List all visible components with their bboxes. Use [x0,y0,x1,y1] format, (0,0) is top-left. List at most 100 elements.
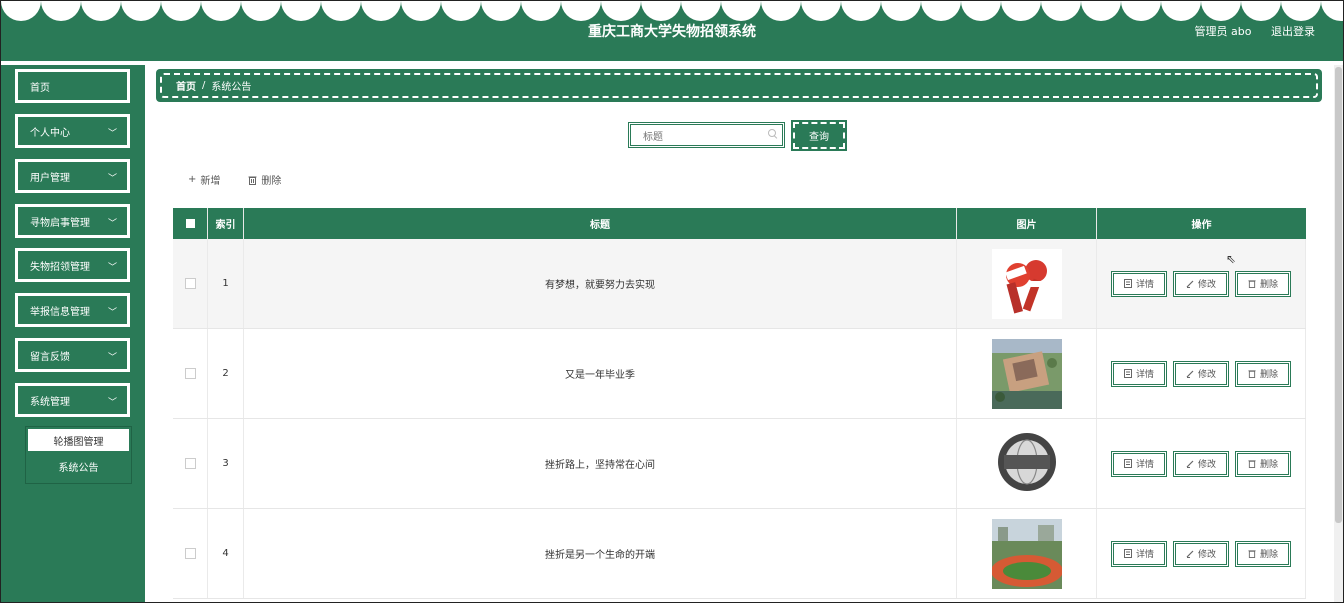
table-row: 1 有梦想，就要努力去实现 详情 修改 删除 [173,239,1306,329]
trash-icon [1248,280,1256,288]
sidebar-item-label: 寻物启事管理 [30,217,90,229]
row-image-cell [957,509,1097,598]
chevron-down-icon: ﹀ [107,353,117,363]
edit-button[interactable]: 修改 [1172,360,1229,387]
delete-label: 删除 [1260,370,1279,380]
edit-button[interactable]: 修改 [1172,450,1229,477]
batch-delete-button[interactable]: 删除 [248,172,281,187]
top-header: 重庆工商大学失物招领系统 管理员 abo 退出登录 [1,1,1343,61]
table-toolbar: + 新增 删除 [188,172,281,187]
row-title: 有梦想，就要努力去实现 [244,239,957,328]
sidebar-item-system-management[interactable]: 系统管理 ﹀ [15,383,130,417]
pencil-icon [1186,460,1194,468]
document-icon [1123,369,1132,378]
pencil-icon [1186,280,1194,288]
table-row: 2 又是一年毕业季 详情 修改 删除 [173,329,1306,419]
sidebar-item-found-items[interactable]: 失物招领管理 ﹀ [15,248,130,282]
row-title: 挫折路上，坚持常在心间 [244,419,957,508]
add-button[interactable]: + 新增 [188,172,220,187]
logout-link[interactable]: 退出登录 [1271,25,1315,38]
row-checkbox-cell [173,329,208,418]
delete-label: 删除 [1260,460,1279,470]
scrollbar-thumb[interactable] [1335,67,1342,523]
submenu-item-carousel[interactable]: 轮播图管理 [28,429,129,451]
vertical-scrollbar[interactable] [1334,65,1343,602]
delete-button[interactable]: 删除 [1235,540,1292,567]
search-field[interactable] [628,122,785,148]
sidebar-item-report-info[interactable]: 举报信息管理 ﹀ [15,293,130,327]
sidebar-item-label: 留言反馈 [30,351,70,363]
app-window: 重庆工商大学失物招领系统 管理员 abo 退出登录 首页 个人中心 ﹀ 用户管理… [0,0,1344,603]
query-button[interactable]: 查询 [791,120,847,151]
news-globe-image [991,428,1062,499]
header-divider [1,61,1343,65]
edit-button[interactable]: 修改 [1172,270,1229,297]
sidebar-item-user-management[interactable]: 用户管理 ﹀ [15,159,130,193]
detail-button[interactable]: 详情 [1110,540,1167,567]
delete-button[interactable]: 删除 [1235,360,1292,387]
document-icon [1123,549,1132,558]
sidebar-item-home[interactable]: 首页 [15,69,130,103]
breadcrumb-separator: / [202,80,206,91]
breadcrumb-home[interactable]: 首页 [176,78,196,93]
submenu-item-announcements[interactable]: 系统公告 [26,453,131,479]
row-checkbox[interactable] [184,278,196,289]
select-all-checkbox[interactable] [185,219,195,228]
select-all-cell [173,208,208,239]
sidebar-item-label: 个人中心 [30,127,70,139]
chevron-down-icon: ﹀ [107,174,117,184]
header-user-area: 管理员 abo 退出登录 [1179,23,1315,39]
delete-button[interactable]: 删除 [1235,270,1292,297]
delete-button[interactable]: 删除 [1235,450,1292,477]
row-title: 挫折是另一个生命的开端 [244,509,957,598]
detail-label: 详情 [1135,550,1154,560]
row-checkbox-cell [173,239,208,328]
row-checkbox[interactable] [184,368,196,379]
pencil-icon [1186,370,1194,378]
header-index: 索引 [208,208,244,239]
detail-label: 详情 [1135,280,1154,290]
sidebar-item-personal-center[interactable]: 个人中心 ﹀ [15,114,130,148]
trash-icon [1248,460,1256,468]
table-header: 索引 标题 图片 操作 [173,208,1306,239]
sidebar: 首页 个人中心 ﹀ 用户管理 ﹀ 寻物启事管理 ﹀ 失物招领管理 ﹀ 举报信息管… [1,65,145,602]
row-checkbox[interactable] [184,458,196,469]
sidebar-item-lost-notice[interactable]: 寻物启事管理 ﹀ [15,204,130,238]
detail-button[interactable]: 详情 [1110,450,1167,477]
sports-field-image [991,518,1062,589]
detail-label: 详情 [1135,460,1154,470]
announcement-table: 索引 标题 图片 操作 1 有梦想，就要努力去实现 详情 修改 删除 2 又是一… [173,208,1306,599]
edit-button[interactable]: 修改 [1172,540,1229,567]
delete-label: 删除 [261,176,282,187]
plus-icon: + [188,174,197,185]
sidebar-item-feedback[interactable]: 留言反馈 ﹀ [15,338,130,372]
sidebar-item-label: 用户管理 [30,172,70,184]
delete-label: 删除 [1260,280,1279,290]
detail-label: 详情 [1135,370,1154,380]
chevron-down-icon: ﹀ [107,219,117,229]
row-operations: 详情 修改 删除 [1097,239,1306,328]
sidebar-item-label: 失物招领管理 [30,261,90,273]
search-input[interactable] [641,131,765,144]
row-image-cell [957,329,1097,418]
header-operations: 操作 [1191,220,1212,231]
row-checkbox[interactable] [184,548,196,559]
row-index: 3 [208,419,244,508]
row-index: 2 [208,329,244,418]
detail-button[interactable]: 详情 [1110,360,1167,387]
detail-button[interactable]: 详情 [1110,270,1167,297]
table-row: 4 挫折是另一个生命的开端 详情 修改 删除 [173,509,1306,599]
row-operations: 详情 修改 删除 [1097,329,1306,418]
header-title: 标题 [244,208,957,239]
mouse-cursor-icon: ⇖ [1226,252,1237,266]
sidebar-item-label: 首页 [30,82,50,94]
breadcrumb: 首页 / 系统公告 [156,69,1322,102]
document-icon [1123,459,1132,468]
current-user: 管理员 abo [1194,25,1252,38]
pencil-icon [1186,550,1194,558]
row-operations: 详情 修改 删除 [1097,419,1306,508]
row-checkbox-cell [173,509,208,598]
search-icon [768,129,776,137]
document-icon [1123,279,1132,288]
app-title: 重庆工商大学失物招领系统 [588,24,756,40]
